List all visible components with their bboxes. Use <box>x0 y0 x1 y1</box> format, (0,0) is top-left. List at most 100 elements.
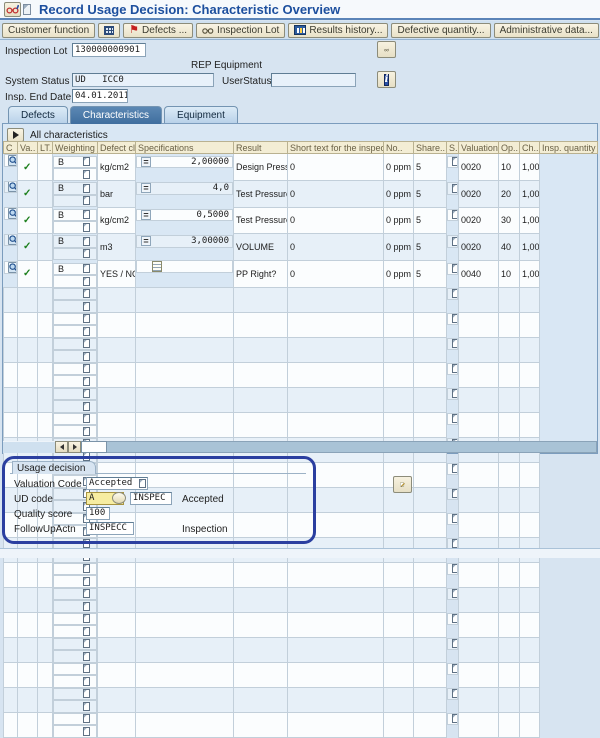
usage-decision-icon[interactable] <box>4 2 21 17</box>
cell-share[interactable] <box>384 588 414 613</box>
cell-s[interactable] <box>414 713 447 738</box>
cell-result[interactable] <box>136 338 234 363</box>
cell-valuation[interactable] <box>447 488 458 501</box>
cell-valuation[interactable] <box>447 413 458 426</box>
scrollbar-track[interactable] <box>107 441 597 453</box>
scroll-right-button[interactable] <box>68 441 81 453</box>
cell-insp-quantity[interactable] <box>520 288 540 313</box>
col-header-ch[interactable]: Ch.. <box>520 142 540 154</box>
cell-specifications[interactable] <box>98 588 136 613</box>
cell-valuation[interactable] <box>447 513 458 526</box>
cell-specifications[interactable]: kg/cm2 <box>98 207 136 234</box>
cell-op[interactable]: 0020 <box>459 181 499 208</box>
cell-specifications[interactable]: YES / NOT <box>98 260 136 288</box>
cell-share[interactable] <box>384 388 414 413</box>
cell-s[interactable]: 5 <box>414 234 447 261</box>
cell-lt[interactable] <box>38 638 53 663</box>
cell-lt[interactable] <box>38 388 53 413</box>
detail-magnifier-button[interactable] <box>8 181 18 192</box>
cell-result[interactable] <box>136 663 234 688</box>
cell-no[interactable] <box>288 638 384 663</box>
cell-weighting[interactable] <box>53 563 97 576</box>
cell-s[interactable]: 5 <box>414 181 447 208</box>
cell-lt[interactable] <box>38 663 53 688</box>
cell-valuated[interactable]: ✓ <box>18 154 38 181</box>
cell-s[interactable] <box>414 513 447 538</box>
cell-valuation[interactable]: Accepte <box>447 209 458 222</box>
cell-insp-quantity[interactable] <box>520 663 540 688</box>
cell-op[interactable] <box>459 388 499 413</box>
cell-share[interactable] <box>384 663 414 688</box>
cell-no[interactable]: 0 <box>288 234 384 261</box>
cell-short-text[interactable] <box>234 313 288 338</box>
cell-short-text[interactable]: Test Pressure <box>234 181 288 208</box>
cell-detail[interactable] <box>4 388 18 413</box>
cell-ch[interactable] <box>499 338 520 363</box>
cell-specifications[interactable] <box>98 338 136 363</box>
cell-no[interactable]: 0 <box>288 154 384 181</box>
cell-valuation[interactable]: Accepte <box>447 182 458 195</box>
cell-result[interactable] <box>136 613 234 638</box>
cell-specifications[interactable]: bar <box>98 181 136 208</box>
cell-weighting[interactable] <box>53 313 97 326</box>
cell-insp-quantity[interactable] <box>520 713 540 738</box>
detail-magnifier-button[interactable] <box>8 155 18 166</box>
cell-ch[interactable] <box>499 413 520 438</box>
cell-s[interactable] <box>414 313 447 338</box>
cell-valuated[interactable] <box>18 713 38 738</box>
col-header-va[interactable]: Va.. <box>18 142 38 154</box>
cell-s[interactable] <box>414 563 447 588</box>
cell-specifications[interactable] <box>98 713 136 738</box>
cell-result[interactable] <box>136 260 233 273</box>
cell-specifications[interactable] <box>98 413 136 438</box>
customer-function-button[interactable]: Customer function <box>2 23 95 38</box>
cell-op[interactable] <box>459 588 499 613</box>
col-header-s[interactable]: S.. <box>447 142 459 154</box>
cell-insp-quantity[interactable]: 1,000 <box>520 181 540 208</box>
cell-defect-class[interactable] <box>53 168 97 181</box>
cell-insp-quantity[interactable] <box>520 613 540 638</box>
cell-lt[interactable] <box>38 688 53 713</box>
cell-insp-quantity[interactable]: 1,000 <box>520 154 540 181</box>
cell-short-text[interactable]: VOLUME <box>234 234 288 261</box>
cell-valuation[interactable] <box>447 613 458 626</box>
cell-valuated[interactable] <box>18 663 38 688</box>
cell-ch[interactable] <box>499 588 520 613</box>
cell-weighting[interactable] <box>53 688 97 701</box>
cell-lt[interactable] <box>38 413 53 438</box>
cell-insp-quantity[interactable] <box>520 638 540 663</box>
cell-result[interactable]: =4,0 <box>136 182 233 195</box>
cell-defect-class[interactable] <box>53 300 97 313</box>
cell-short-text[interactable] <box>234 613 288 638</box>
info-button[interactable]: i <box>377 71 396 88</box>
cell-defect-class[interactable] <box>53 600 97 613</box>
cell-op[interactable]: 0020 <box>459 234 499 261</box>
cell-valuated[interactable] <box>18 563 38 588</box>
cell-detail[interactable] <box>4 234 18 247</box>
cell-no[interactable] <box>288 588 384 613</box>
cell-weighting[interactable] <box>53 713 97 726</box>
cell-no[interactable]: 0 <box>288 181 384 208</box>
cell-weighting[interactable] <box>53 338 97 351</box>
cell-op[interactable] <box>459 413 499 438</box>
cell-share[interactable] <box>384 413 414 438</box>
cell-s[interactable] <box>414 488 447 513</box>
cell-op[interactable]: 0020 <box>459 207 499 234</box>
col-header-valuation[interactable]: Valuation <box>459 142 499 154</box>
cell-share[interactable]: 0 ppm <box>384 154 414 181</box>
cell-detail[interactable] <box>4 588 18 613</box>
cell-op[interactable] <box>459 663 499 688</box>
cell-short-text[interactable] <box>234 663 288 688</box>
detail-magnifier-button[interactable] <box>8 234 18 245</box>
cell-detail[interactable] <box>4 663 18 688</box>
cell-specifications[interactable] <box>98 688 136 713</box>
detail-magnifier-button[interactable] <box>8 262 18 273</box>
cell-short-text[interactable] <box>234 413 288 438</box>
cell-s[interactable] <box>414 413 447 438</box>
cell-op[interactable] <box>459 688 499 713</box>
cell-op[interactable] <box>459 488 499 513</box>
cell-short-text[interactable] <box>234 288 288 313</box>
cell-valuation[interactable]: Accepte <box>447 263 458 276</box>
cell-valuation[interactable] <box>447 713 458 726</box>
cell-s[interactable] <box>414 613 447 638</box>
